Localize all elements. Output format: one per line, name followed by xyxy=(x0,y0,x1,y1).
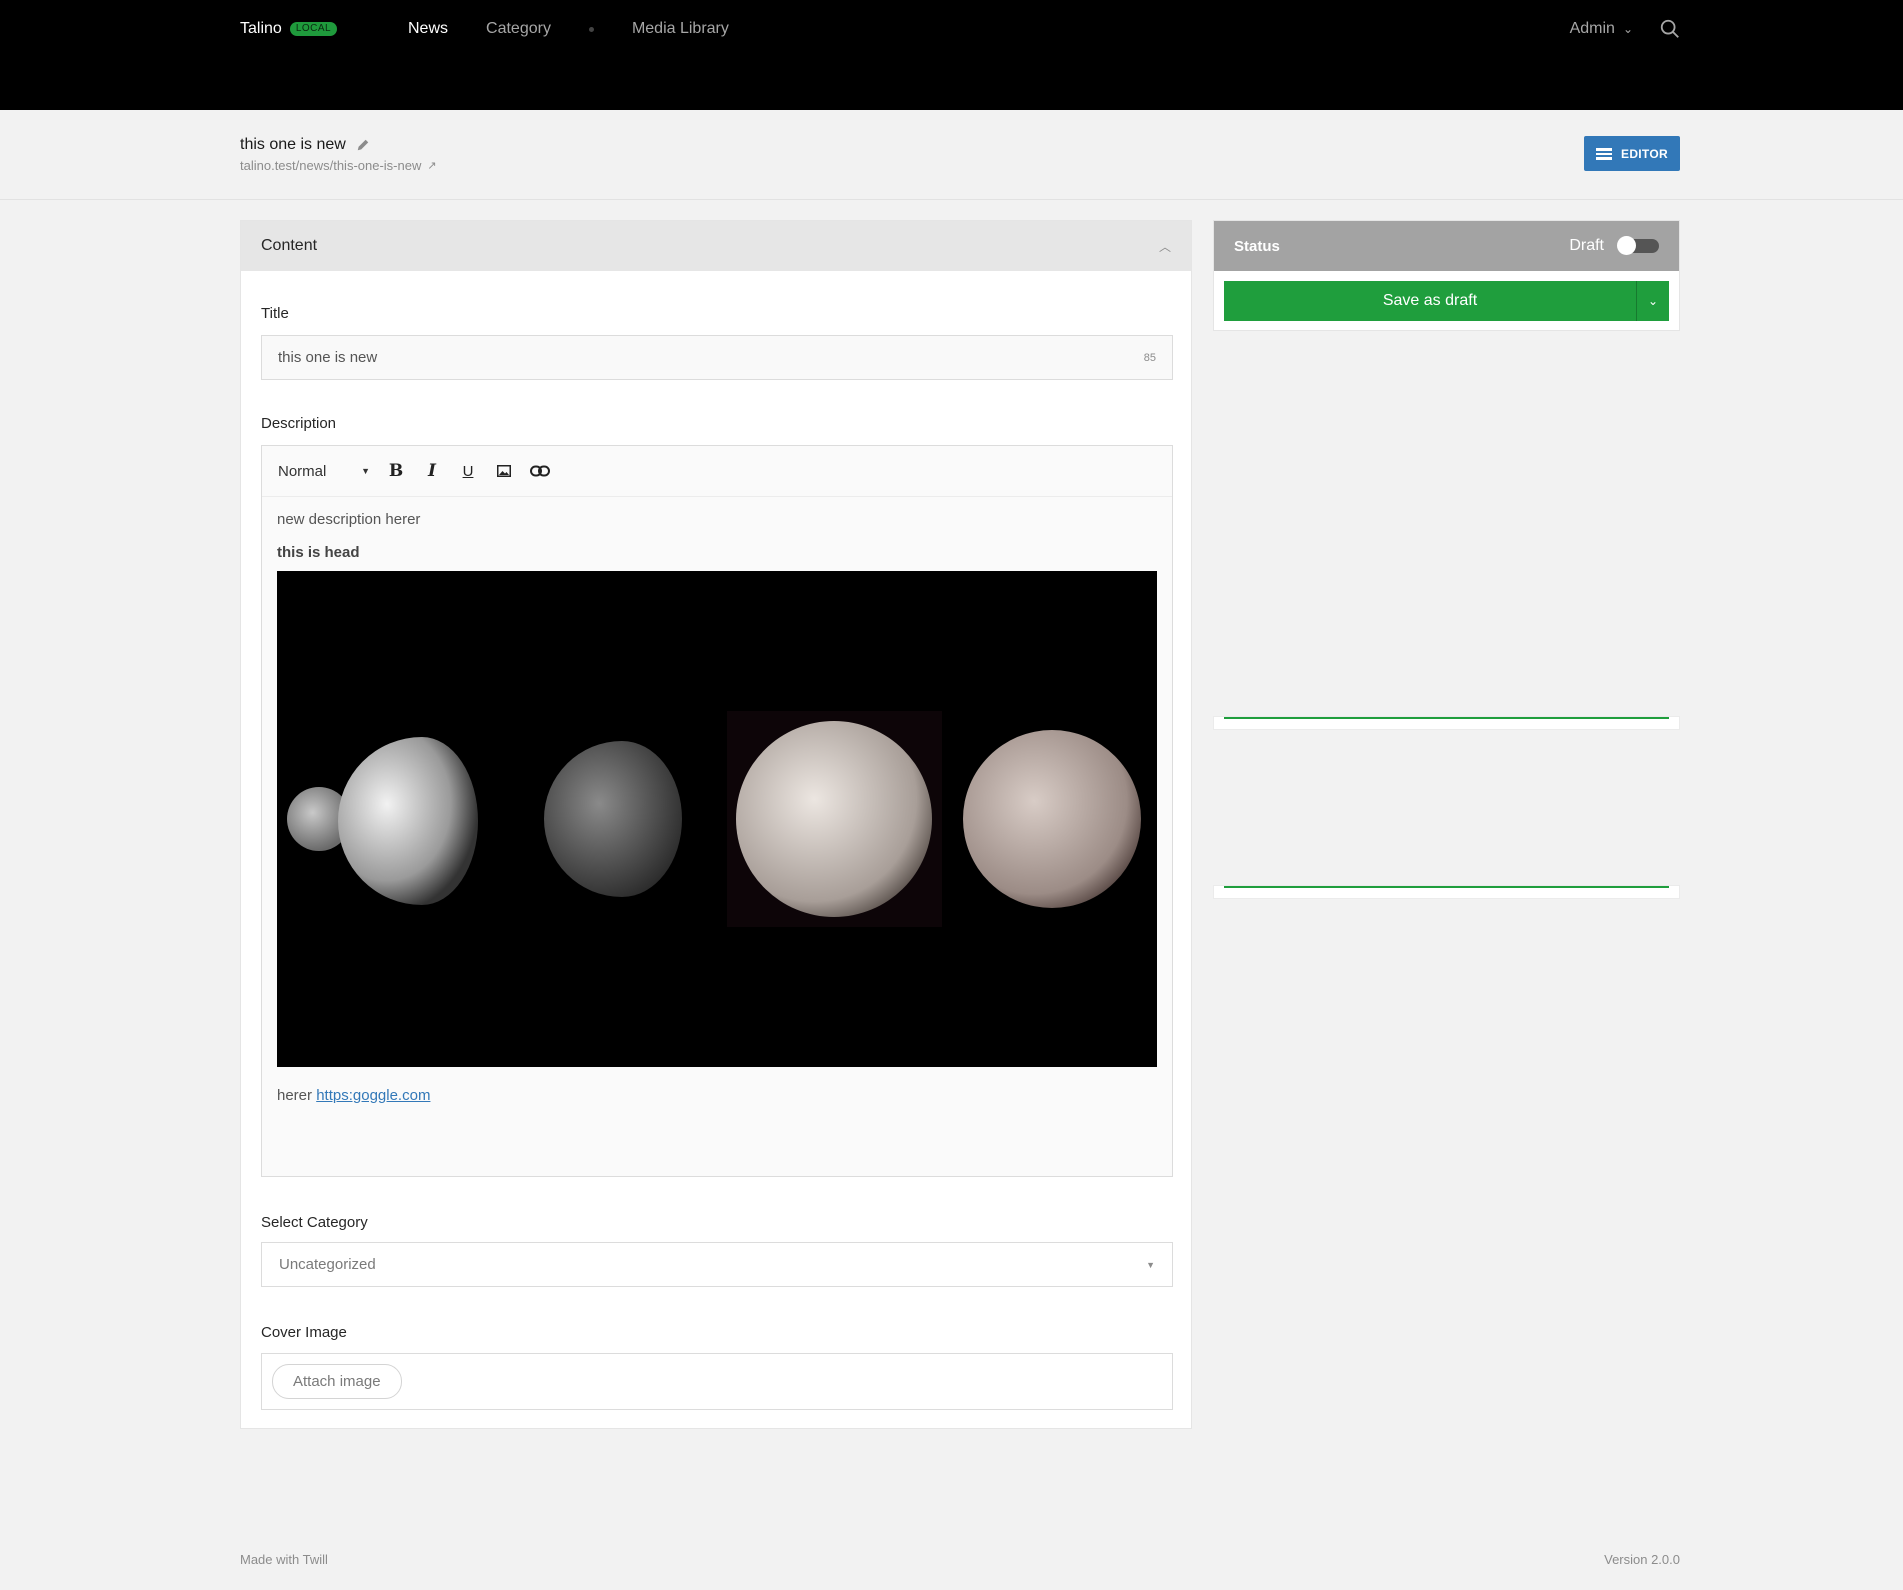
nav-category[interactable]: Category xyxy=(486,20,551,38)
status-heading: Status xyxy=(1234,237,1280,255)
content-panel-header[interactable]: Content ︿ xyxy=(241,221,1191,271)
editor-link[interactable]: https:goggle.com xyxy=(316,1087,430,1104)
title-char-counter: 85 xyxy=(1143,351,1156,364)
embedded-moons-image[interactable] xyxy=(277,571,1157,1067)
save-as-draft-button[interactable]: Save as draft xyxy=(1224,281,1636,321)
nav-media-library[interactable]: Media Library xyxy=(632,20,729,38)
nav-separator xyxy=(588,26,594,32)
editor-button-label: EDITOR xyxy=(1621,146,1668,161)
content-heading: Content xyxy=(261,237,318,254)
save-button-group: Save as draft ⌄ xyxy=(1224,281,1669,321)
format-select-value: Normal xyxy=(278,462,327,480)
page-title-text: this one is new xyxy=(240,136,346,153)
sidebar-panel xyxy=(1213,716,1680,730)
caret-down-icon: ▼ xyxy=(361,466,370,476)
description-label: Description xyxy=(261,415,337,432)
editor-icon xyxy=(1596,147,1613,160)
panel-accent-bar xyxy=(1224,886,1669,888)
editor-paragraph: herer https:goggle.com xyxy=(277,1087,1157,1104)
app-brand[interactable]: Talino LOCAL xyxy=(240,20,338,38)
link-button[interactable] xyxy=(522,459,558,483)
title-label: Title xyxy=(261,305,289,322)
chevron-up-icon[interactable]: ︿ xyxy=(1159,238,1171,255)
user-name: Admin xyxy=(1569,20,1615,37)
attach-image-button[interactable]: Attach image xyxy=(272,1364,402,1399)
category-select-value: Uncategorized xyxy=(279,1256,376,1273)
footer-version: Version 2.0.0 xyxy=(1604,1552,1680,1567)
editor-toolbar: Normal ▼ B I U xyxy=(262,446,1172,497)
description-editor[interactable]: Normal ▼ B I U new description herer thi… xyxy=(261,445,1173,1177)
permalink-text: talino.test/news/this-one-is-new xyxy=(240,158,422,173)
content-panel: Content ︿ Title this one is new 85 Descr… xyxy=(240,220,1192,1429)
chevron-down-icon: ⌄ xyxy=(1622,22,1633,36)
category-label: Select Category xyxy=(261,1214,368,1231)
image-icon xyxy=(497,465,511,477)
caret-down-icon: ▼ xyxy=(1146,1259,1155,1270)
status-panel: Status Draft Save as draft ⌄ xyxy=(1213,220,1680,331)
save-options-button[interactable]: ⌄ xyxy=(1636,281,1669,321)
publish-state-label: Draft xyxy=(1569,237,1604,254)
chevron-down-icon: ⌄ xyxy=(1647,294,1659,308)
top-header: Talino LOCAL News Category Media Library… xyxy=(0,0,1903,110)
search-icon[interactable] xyxy=(1659,18,1681,40)
image-button[interactable] xyxy=(486,459,522,483)
editor-button[interactable]: EDITOR xyxy=(1584,136,1680,171)
permalink-link[interactable]: talino.test/news/this-one-is-new ↗ xyxy=(240,158,437,173)
bold-button[interactable]: B xyxy=(378,459,414,483)
sidebar-panel xyxy=(1213,885,1680,899)
external-link-icon: ↗ xyxy=(427,160,437,172)
toggle-knob xyxy=(1617,236,1636,255)
link-icon xyxy=(530,465,550,477)
publish-toggle-group: Draft xyxy=(1569,236,1659,255)
title-input-value: this one is new xyxy=(278,349,378,366)
user-menu[interactable]: Admin ⌄ xyxy=(1570,20,1633,38)
underline-button[interactable]: U xyxy=(450,459,486,483)
editor-paragraph: new description herer xyxy=(277,511,421,528)
cover-image-field: Attach image xyxy=(261,1353,1173,1410)
title-input[interactable]: this one is new 85 xyxy=(261,335,1173,380)
editor-heading: this is head xyxy=(277,544,360,561)
environment-badge: LOCAL xyxy=(289,22,338,36)
page-titlebar: this one is new talino.test/news/this-on… xyxy=(0,110,1903,200)
status-panel-header: Status Draft xyxy=(1214,221,1679,271)
page-title: this one is new xyxy=(240,136,370,154)
category-select[interactable]: Uncategorized ▼ xyxy=(261,1242,1173,1287)
panel-accent-bar xyxy=(1224,717,1669,719)
format-select[interactable]: Normal ▼ xyxy=(278,463,378,480)
footer-credit: Made with Twill xyxy=(240,1552,328,1567)
pencil-icon[interactable] xyxy=(356,138,370,152)
main-nav: News Category Media Library xyxy=(408,20,767,38)
editor-content[interactable]: new description herer this is head herer… xyxy=(262,497,1172,1116)
editor-text: herer xyxy=(277,1087,313,1104)
nav-news[interactable]: News xyxy=(408,20,448,38)
cover-image-label: Cover Image xyxy=(261,1324,347,1341)
italic-button[interactable]: I xyxy=(414,459,450,483)
app-name: Talino xyxy=(240,20,282,37)
publish-toggle[interactable] xyxy=(1617,236,1659,255)
